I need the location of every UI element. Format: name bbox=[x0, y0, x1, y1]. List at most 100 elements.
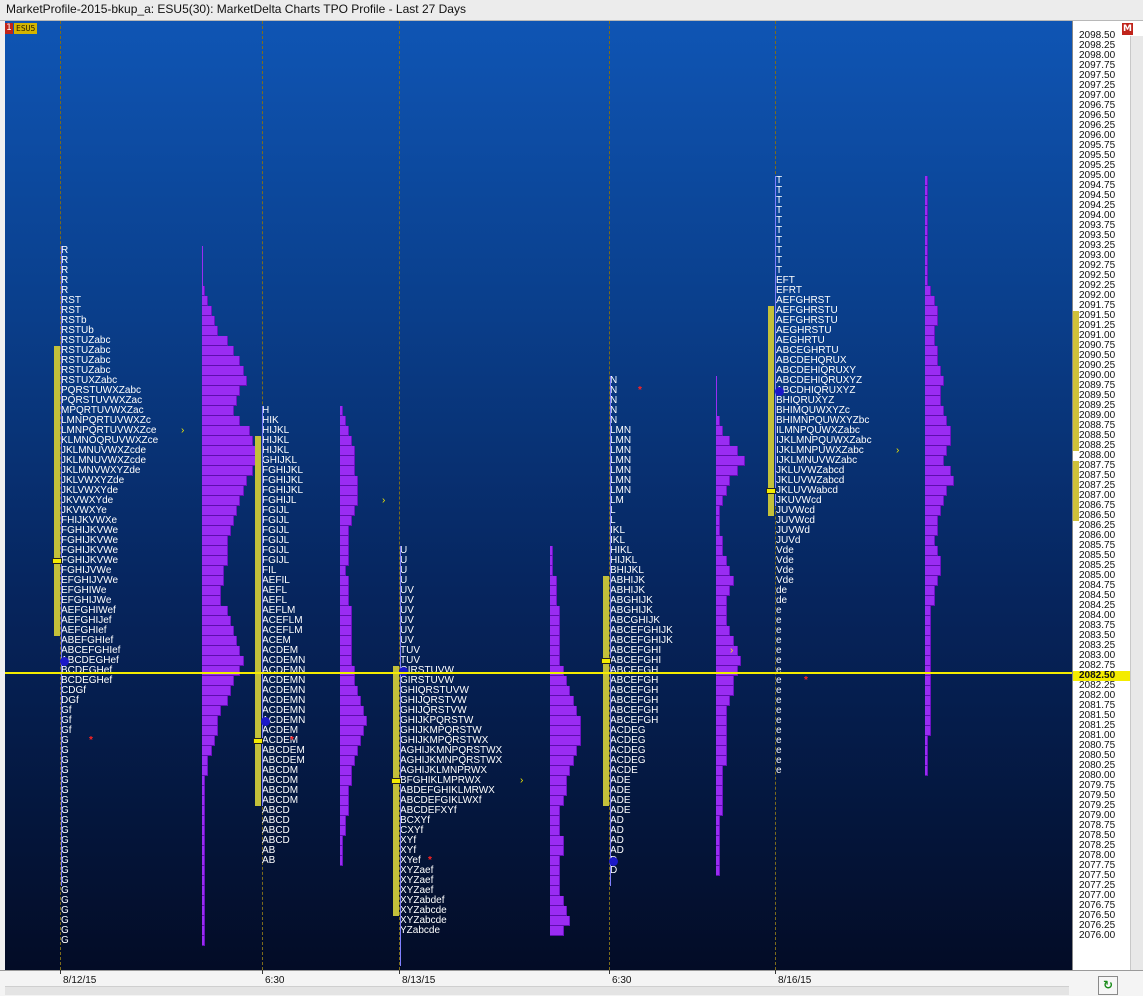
horizontal-scrollbar[interactable] bbox=[5, 986, 1069, 995]
volume-bar bbox=[550, 926, 564, 936]
volume-bar bbox=[202, 546, 228, 556]
volume-bar bbox=[202, 266, 203, 276]
refresh-icon[interactable]: ↻ bbox=[1098, 976, 1118, 995]
initial-balance-line bbox=[262, 406, 263, 806]
volume-bar bbox=[202, 306, 212, 316]
value-area-bar bbox=[393, 666, 399, 916]
volume-bar bbox=[550, 826, 560, 836]
volume-bar bbox=[340, 676, 355, 686]
volume-bar bbox=[716, 416, 720, 426]
volume-bar bbox=[202, 506, 237, 516]
volume-bar bbox=[925, 446, 947, 456]
volume-bar bbox=[340, 546, 349, 556]
volume-bar bbox=[340, 436, 352, 446]
volume-bar bbox=[716, 726, 727, 736]
volume-bar bbox=[202, 396, 237, 406]
volume-bar bbox=[550, 676, 567, 686]
volume-bar bbox=[716, 396, 717, 406]
volume-bar bbox=[925, 326, 935, 336]
volume-bar bbox=[340, 576, 349, 586]
volume-bar bbox=[925, 306, 938, 316]
volume-bar bbox=[716, 806, 723, 816]
poc-marker bbox=[253, 738, 263, 744]
volume-bar bbox=[716, 816, 720, 826]
volume-bar bbox=[716, 586, 730, 596]
volume-bar bbox=[925, 356, 938, 366]
volume-bar bbox=[716, 626, 730, 636]
volume-bar bbox=[340, 406, 343, 416]
volume-bar bbox=[925, 456, 944, 466]
volume-bar bbox=[202, 856, 205, 866]
volume-bar bbox=[716, 446, 738, 456]
volume-bar bbox=[716, 436, 730, 446]
volume-bar bbox=[340, 816, 346, 826]
volume-bar bbox=[202, 756, 208, 766]
volume-bar bbox=[716, 736, 727, 746]
axis-marker[interactable]: M bbox=[1122, 23, 1133, 35]
value-area-bar bbox=[255, 436, 261, 806]
volume-bar bbox=[925, 646, 931, 656]
volume-bar bbox=[550, 786, 567, 796]
volume-bar bbox=[202, 646, 240, 656]
volume-bar bbox=[925, 596, 935, 606]
volume-bar bbox=[550, 686, 570, 696]
time-label: 6:30 bbox=[612, 975, 632, 986]
volume-bar bbox=[550, 586, 557, 596]
volume-bar bbox=[202, 776, 205, 786]
volume-bar bbox=[340, 606, 352, 616]
volume-bar bbox=[202, 746, 212, 756]
volume-bar bbox=[716, 536, 723, 546]
volume-bar bbox=[716, 866, 720, 876]
volume-bar bbox=[340, 776, 352, 786]
volume-bar bbox=[202, 906, 205, 916]
volume-bar bbox=[202, 496, 240, 506]
volume-bar bbox=[340, 626, 352, 636]
volume-bar bbox=[925, 256, 928, 266]
volume-bar bbox=[925, 706, 931, 716]
volume-bar bbox=[925, 566, 941, 576]
volume-bar bbox=[716, 476, 730, 486]
volume-bar bbox=[340, 756, 355, 766]
volume-bar bbox=[925, 766, 928, 776]
time-label: 8/16/15 bbox=[778, 975, 812, 986]
volume-bar bbox=[925, 376, 944, 386]
volume-bar bbox=[925, 616, 931, 626]
volume-bar bbox=[925, 516, 938, 526]
volume-bar bbox=[340, 596, 349, 606]
volume-bar bbox=[202, 406, 234, 416]
volume-bar bbox=[716, 706, 727, 716]
symbol-label[interactable]: ESU5 bbox=[14, 23, 38, 34]
volume-bar bbox=[340, 526, 349, 536]
volume-bar bbox=[202, 556, 228, 566]
volume-bar bbox=[550, 696, 574, 706]
volume-bar bbox=[202, 936, 205, 946]
axis-scrollbar[interactable] bbox=[1130, 36, 1143, 970]
volume-bar bbox=[925, 316, 938, 326]
volume-bar bbox=[716, 836, 720, 846]
volume-bar bbox=[925, 336, 935, 346]
volume-bar bbox=[925, 246, 928, 256]
volume-bar bbox=[925, 696, 931, 706]
volume-bar bbox=[550, 776, 567, 786]
volume-bar bbox=[340, 566, 346, 576]
volume-bar bbox=[340, 656, 352, 666]
open-marker bbox=[60, 657, 69, 666]
open-marker bbox=[261, 717, 270, 726]
chart-indicator-badge[interactable]: 1 bbox=[5, 23, 13, 34]
volume-bar bbox=[925, 636, 931, 646]
arrow-icon: › bbox=[181, 425, 185, 436]
volume-bar bbox=[925, 666, 931, 676]
time-tick bbox=[262, 970, 263, 974]
volume-bar bbox=[550, 746, 577, 756]
tpo-chart-area[interactable] bbox=[5, 21, 1072, 970]
volume-bar bbox=[716, 406, 717, 416]
last-price-line bbox=[5, 672, 1072, 674]
volume-bar bbox=[340, 726, 364, 736]
volume-bar bbox=[925, 746, 928, 756]
volume-bar bbox=[550, 716, 581, 726]
volume-bar bbox=[202, 256, 203, 266]
volume-bar bbox=[340, 766, 352, 776]
volume-bar bbox=[925, 266, 928, 276]
volume-bar bbox=[925, 426, 951, 436]
volume-bar bbox=[202, 536, 228, 546]
